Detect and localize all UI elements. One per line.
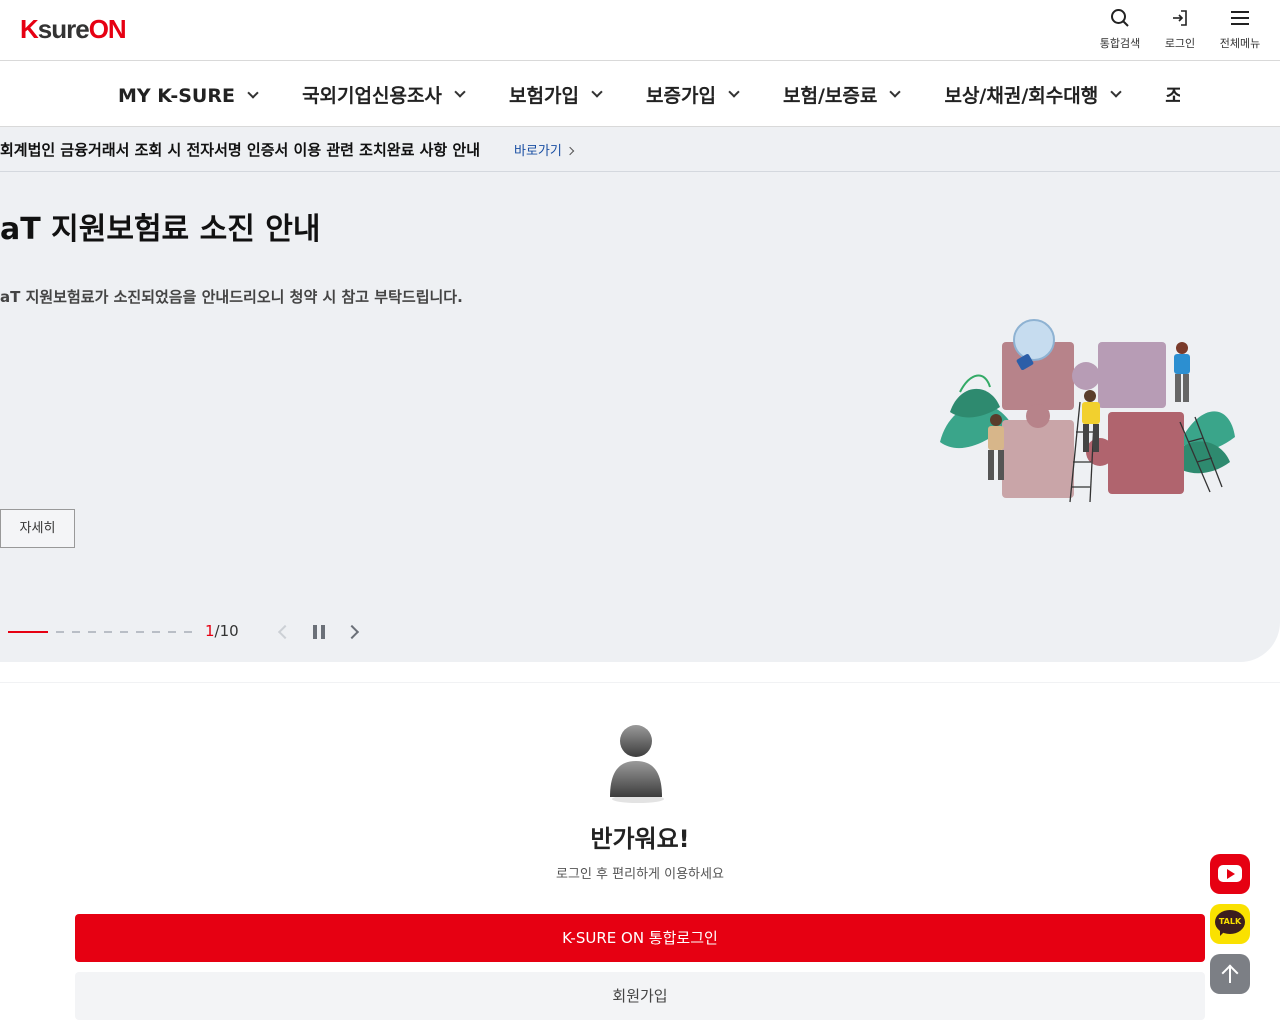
page-current: 1 (205, 622, 215, 640)
gnb-label: 국외기업신용조사 (302, 84, 442, 107)
ksure-on-logo[interactable]: KsureON (20, 12, 127, 46)
menu-icon (1231, 11, 1249, 25)
pager-bar[interactable] (168, 631, 176, 633)
gnb-item-insurance[interactable]: 보험가입 (509, 61, 603, 126)
welcome-title: 반가워요! (590, 825, 690, 853)
gnb-label: 조회서비스 (1165, 81, 1180, 108)
all-menu-button[interactable]: 전체메뉴 (1210, 6, 1270, 51)
search-button[interactable]: 통합검색 (1090, 6, 1150, 51)
gnb-item-inquiry[interactable]: 조회서비스 (1165, 61, 1180, 126)
chevron-down-icon (1110, 85, 1122, 98)
pager-bar[interactable] (184, 631, 192, 633)
next-slide-button[interactable] (344, 620, 366, 644)
chevron-down-icon (591, 85, 603, 98)
pager-bar[interactable] (56, 631, 64, 633)
hero-detail-button[interactable]: 자세히 (0, 509, 75, 548)
logo-wordmark: KsureON (20, 14, 127, 44)
hero-carousel: aT 지원보험료 소진 안내 aT 지원보험료가 소진되었음을 안내드리오니 청… (0, 172, 1280, 662)
puzzle-teamwork-illustration (940, 319, 1235, 503)
login-button[interactable]: 로그인 (1150, 6, 1210, 51)
gnb-label: 보상/채권/회수대행 (944, 84, 1099, 107)
chevron-down-icon (889, 85, 902, 98)
notice-go-link[interactable]: 바로가기 (514, 140, 575, 159)
notice-text: 회계법인 금융거래서 조회 시 전자서명 인증서 이용 관련 조치완료 사항 안… (0, 141, 481, 159)
pager-bar[interactable] (72, 631, 80, 633)
chevron-right-icon (565, 146, 575, 156)
pager-bar[interactable] (88, 631, 96, 633)
chevron-down-icon (728, 85, 740, 98)
gnb-label: 보험/보증료 (783, 84, 878, 107)
prev-slide-button[interactable] (272, 620, 294, 644)
login-icon (1173, 10, 1187, 26)
all-menu-label: 전체메뉴 (1219, 37, 1261, 50)
kakaotalk-button[interactable]: TALK (1210, 904, 1250, 944)
search-icon (1111, 9, 1129, 27)
chevron-down-icon (454, 85, 466, 98)
integrated-login-button[interactable]: K-SURE ON 통합로그인 (75, 914, 1205, 962)
pager-bar[interactable] (120, 631, 128, 633)
gnb-label: MY K-SURE (118, 84, 235, 107)
welcome-subtitle: 로그인 후 편리하게 이용하세요 (556, 867, 724, 882)
page-total: /10 (214, 622, 239, 640)
pager-bar[interactable] (136, 631, 144, 633)
gnb-list: MY K-SURE 국외기업신용조사 보험가입 보증가입 보험/보증료 보상/채… (118, 61, 1180, 127)
login-section: 반가워요! 로그인 후 편리하게 이용하세요 K-SURE ON 통합로그인 회… (0, 682, 1280, 1024)
pager-bar-active[interactable] (8, 631, 48, 633)
search-label: 통합검색 (1099, 37, 1141, 50)
talk-bubble-tail (1220, 930, 1226, 936)
user-avatar-icon (610, 725, 664, 803)
gnb-item-my-ksure[interactable]: MY K-SURE (118, 63, 259, 127)
pause-slide-button[interactable] (308, 620, 330, 644)
notice-link-label: 바로가기 (514, 144, 562, 159)
hero-description: aT 지원보험료가 소진되었음을 안내드리오니 청약 시 참고 부탁드립니다. (0, 288, 463, 306)
signup-button[interactable]: 회원가입 (75, 972, 1205, 1020)
gnb-item-claims[interactable]: 보상/채권/회수대행 (944, 61, 1122, 126)
gnb-item-credit-research[interactable]: 국외기업신용조사 (302, 61, 466, 126)
main-navigation: MY K-SURE 국외기업신용조사 보험가입 보증가입 보험/보증료 보상/채… (0, 61, 1280, 127)
page-counter: 1/10 (205, 622, 239, 640)
login-label: 로그인 (1164, 37, 1196, 50)
youtube-icon[interactable] (1210, 854, 1250, 894)
gnb-item-guarantee[interactable]: 보증가입 (646, 61, 740, 126)
hero-title: aT 지원보험료 소진 안내 (0, 212, 321, 247)
pager-bar[interactable] (104, 631, 112, 633)
chevron-down-icon (247, 87, 259, 99)
scroll-top-button[interactable] (1210, 954, 1250, 994)
notice-banner: 회계법인 금융거래서 조회 시 전자서명 인증서 이용 관련 조치완료 사항 안… (0, 127, 1280, 172)
gnb-label: 보증가입 (646, 84, 716, 107)
gnb-label: 보험가입 (509, 84, 579, 107)
gnb-item-premium[interactable]: 보험/보증료 (783, 61, 902, 126)
pager-bar[interactable] (152, 631, 160, 633)
top-header: KsureON 통합검색 로그인 전체메뉴 (0, 0, 1280, 61)
